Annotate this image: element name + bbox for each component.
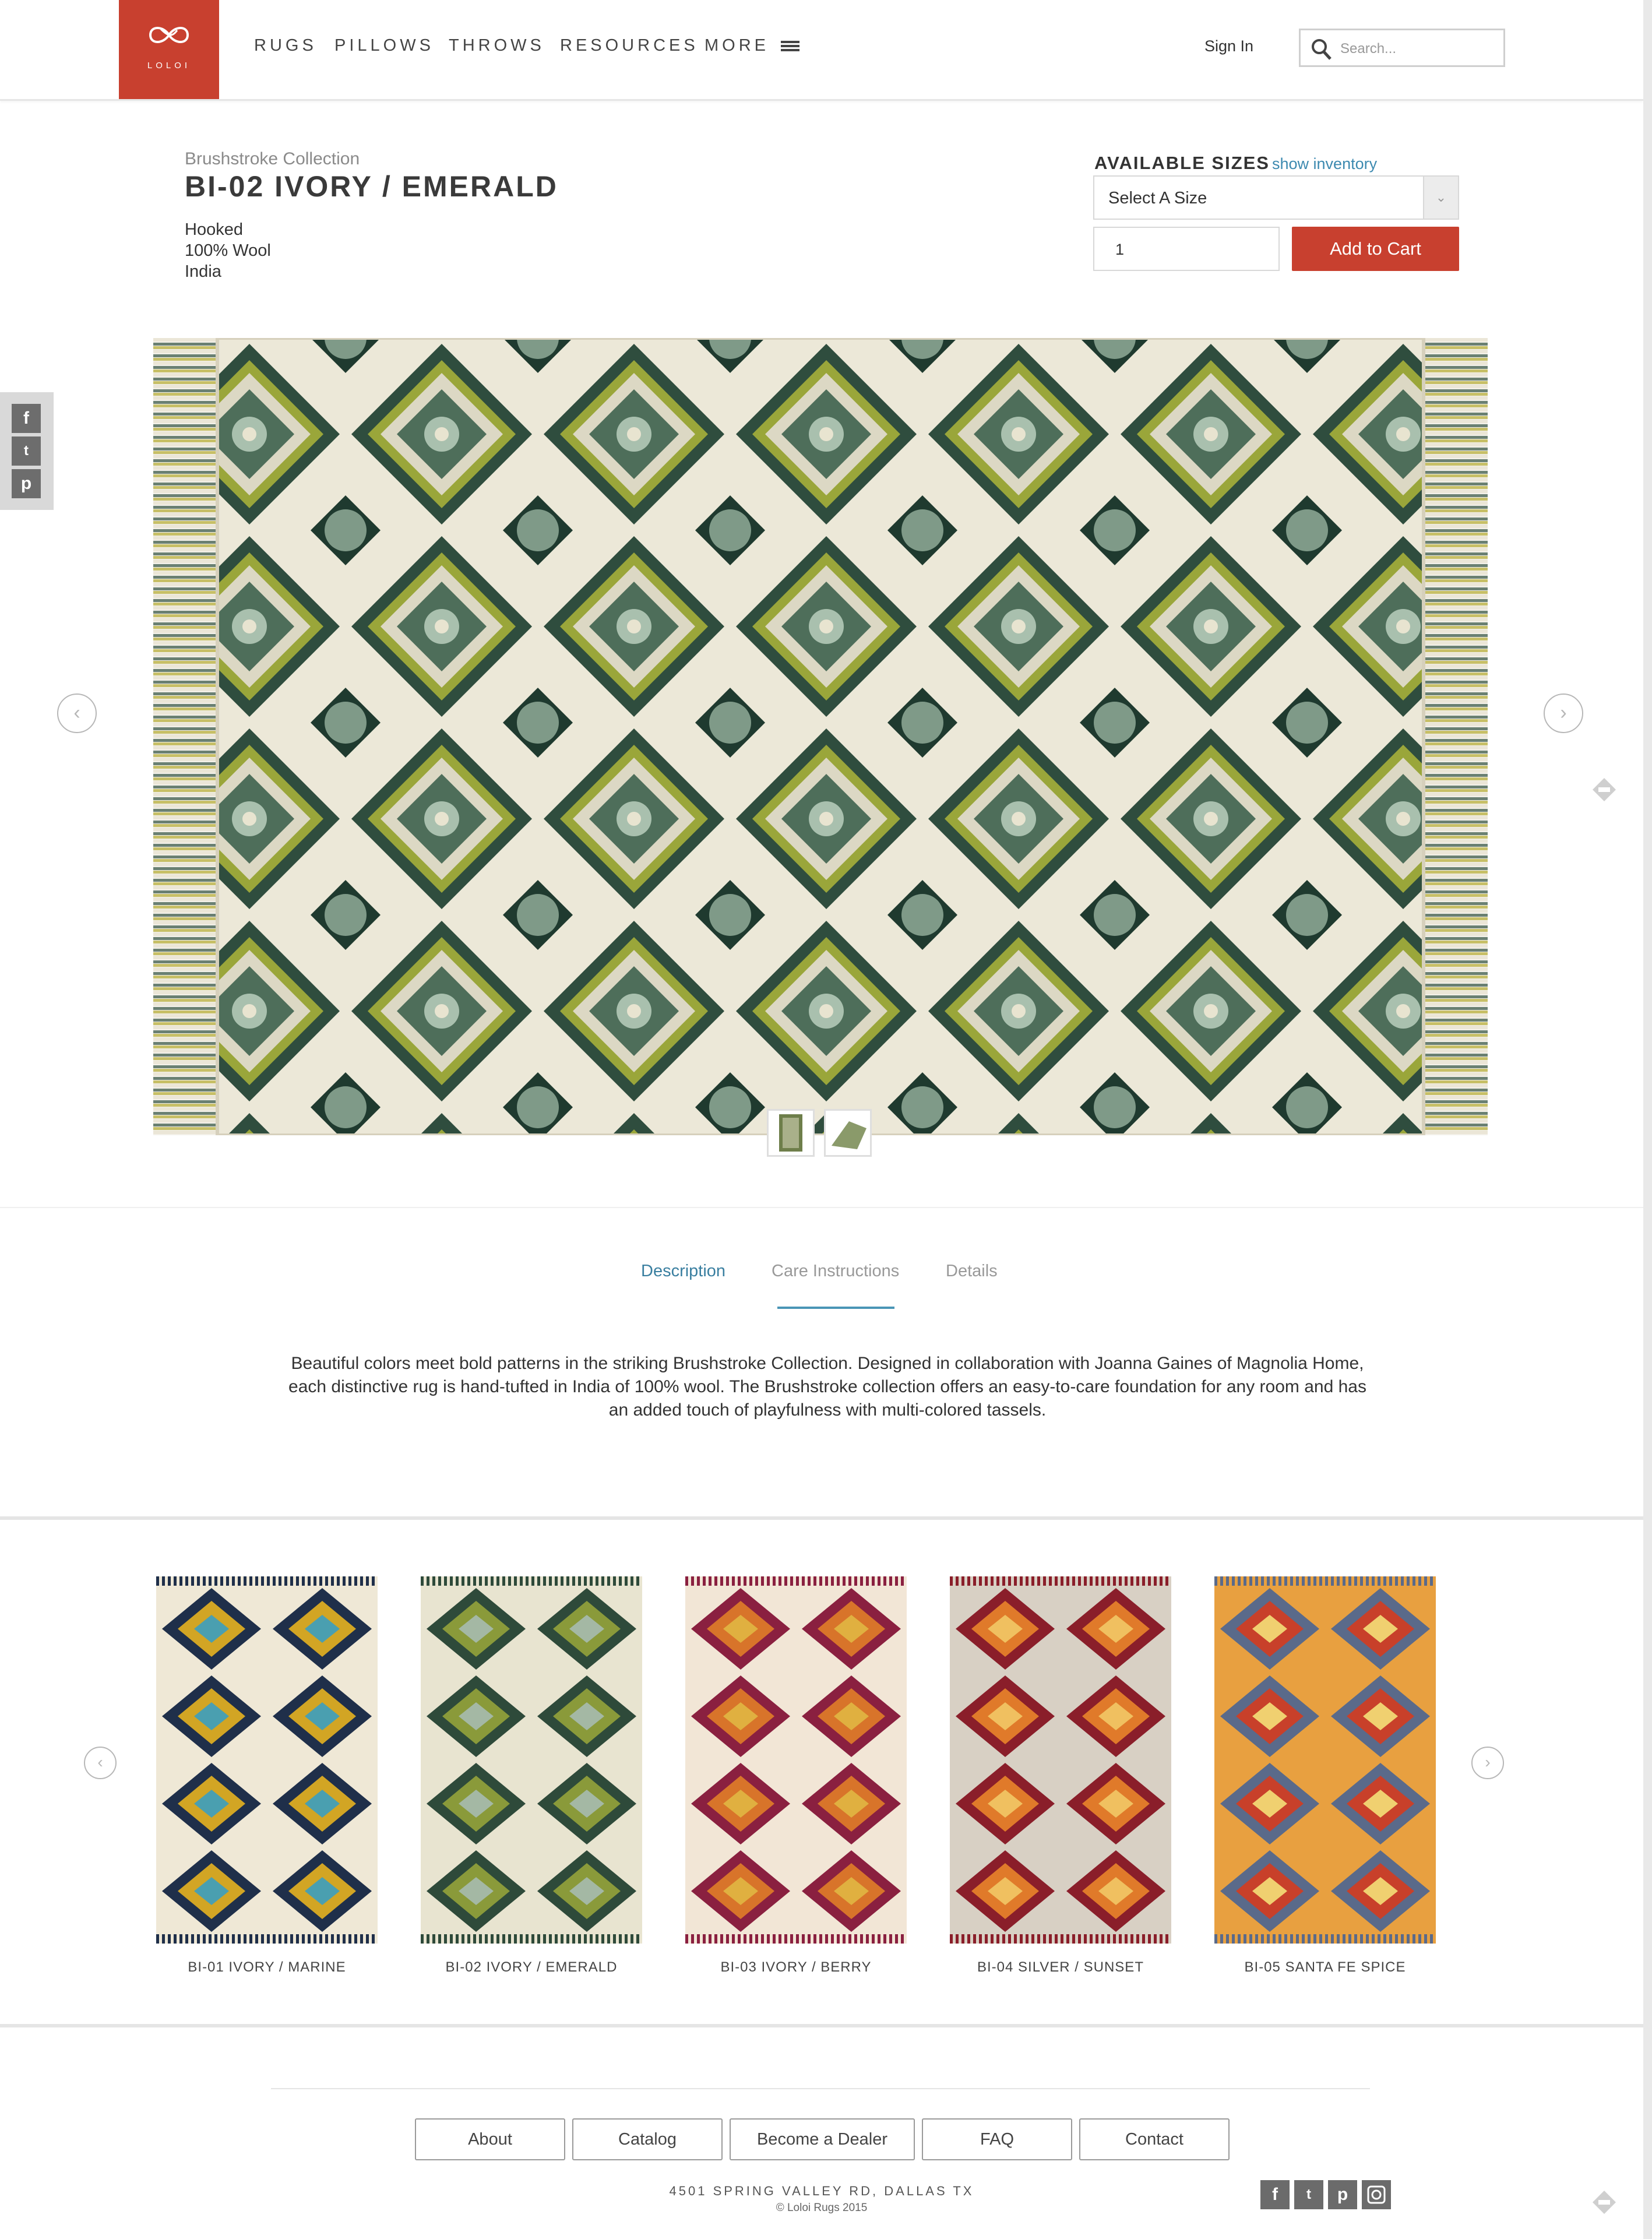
related-rug-caption: BI-05 SANTA FE SPICE — [1244, 1959, 1406, 1975]
related-rug-card[interactable]: BI-01 IVORY / MARINE — [156, 1576, 378, 1976]
related-rug-card[interactable]: BI-03 IVORY / BERRY — [685, 1576, 907, 1976]
hero-next-arrow-icon[interactable]: › — [1544, 693, 1583, 733]
section-divider — [0, 2024, 1643, 2027]
related-rug-image — [1214, 1576, 1436, 1944]
spec-origin: India — [185, 262, 221, 281]
carousel-next-arrow-icon[interactable]: › — [1471, 1747, 1504, 1779]
tag-icon[interactable] — [1591, 2189, 1617, 2218]
infinity-logo-icon — [149, 27, 189, 43]
hamburger-icon — [781, 41, 800, 52]
related-rug-image — [685, 1576, 907, 1944]
nav-resources[interactable]: RESOURCES — [560, 36, 699, 55]
pinterest-icon[interactable]: p — [12, 469, 41, 498]
instagram-icon[interactable] — [1362, 2180, 1391, 2209]
quantity-input[interactable]: 1 — [1093, 227, 1280, 271]
nav-more[interactable]: MORE — [705, 36, 801, 55]
related-rug-card[interactable]: BI-05 SANTA FE SPICE — [1214, 1576, 1436, 1976]
footer-become-dealer-button[interactable]: Become a Dealer — [730, 2118, 915, 2160]
search-placeholder: Search... — [1340, 41, 1397, 57]
chevron-down-icon: ⌄ — [1423, 177, 1458, 219]
footer-catalog-button[interactable]: Catalog — [572, 2118, 723, 2160]
related-rug-image — [950, 1576, 1171, 1944]
add-to-cart-button[interactable]: Add to Cart — [1292, 227, 1459, 271]
related-rug-card[interactable]: BI-04 SILVER / SUNSET — [950, 1576, 1171, 1976]
footer-copyright: © Loloi Rugs 2015 — [776, 2202, 868, 2214]
show-inventory-link[interactable]: show inventory — [1272, 155, 1377, 173]
footer-address: 4501 SPRING VALLEY RD, DALLAS TX — [669, 2184, 974, 2198]
related-rug-caption: BI-04 SILVER / SUNSET — [977, 1959, 1144, 1975]
related-rug-image — [421, 1576, 642, 1944]
tab-care-instructions[interactable]: Care Instructions — [772, 1262, 899, 1281]
footer-contact-button[interactable]: Contact — [1079, 2118, 1230, 2160]
twitter-icon[interactable]: t — [1294, 2180, 1323, 2209]
footer-divider — [271, 2088, 1370, 2089]
section-divider — [0, 1516, 1643, 1520]
page-scrollbar[interactable] — [1643, 0, 1652, 2239]
spec-material: 100% Wool — [185, 241, 271, 260]
product-main-image[interactable] — [153, 336, 1488, 1137]
product-title: BI-02 IVORY / EMERALD — [185, 170, 558, 203]
nav-more-label: MORE — [705, 36, 769, 55]
hero-prev-arrow-icon[interactable]: ‹ — [57, 693, 97, 733]
quantity-value: 1 — [1115, 241, 1125, 258]
size-select-value: Select A Size — [1108, 189, 1207, 207]
footer-about-button[interactable]: About — [415, 2118, 565, 2160]
tab-description[interactable]: Description — [641, 1262, 725, 1281]
tag-icon[interactable] — [1591, 777, 1617, 805]
thumbnail-angle[interactable] — [824, 1109, 872, 1157]
related-rug-caption: BI-01 IVORY / MARINE — [188, 1959, 346, 1975]
search-icon — [1312, 39, 1332, 60]
social-share-bar: f t p — [0, 392, 54, 510]
pinterest-icon[interactable]: p — [1328, 2180, 1357, 2209]
sign-in-link[interactable]: Sign In — [1204, 37, 1253, 55]
rug-image — [153, 336, 1488, 1137]
related-rug-card[interactable]: BI-02 IVORY / EMERALD — [421, 1576, 642, 1976]
twitter-icon[interactable]: t — [12, 436, 41, 466]
tab-details[interactable]: Details — [946, 1262, 998, 1281]
spec-construction: Hooked — [185, 220, 243, 239]
facebook-icon[interactable]: f — [1260, 2180, 1290, 2209]
facebook-icon[interactable]: f — [12, 404, 41, 433]
thumbnail-flat[interactable] — [767, 1109, 815, 1157]
active-tab-indicator — [777, 1307, 894, 1309]
product-description: Beautiful colors meet bold patterns in t… — [288, 1354, 1366, 1420]
related-rug-caption: BI-03 IVORY / BERRY — [720, 1959, 872, 1975]
related-rug-caption: BI-02 IVORY / EMERALD — [445, 1959, 618, 1975]
footer-faq-button[interactable]: FAQ — [922, 2118, 1072, 2160]
nav-rugs[interactable]: RUGS — [254, 36, 317, 55]
available-sizes-label: AVAILABLE SIZES — [1094, 153, 1270, 173]
nav-throws[interactable]: THROWS — [449, 36, 545, 55]
related-rug-image — [156, 1576, 378, 1944]
nav-pillows[interactable]: PILLOWS — [334, 36, 434, 55]
loloi-logo[interactable]: LOLOI — [119, 0, 219, 99]
collection-name[interactable]: Brushstroke Collection — [185, 149, 360, 169]
search-input[interactable]: Search... — [1299, 29, 1505, 67]
logo-text: LOLOI — [147, 61, 191, 71]
size-select[interactable]: Select A Size ⌄ — [1093, 175, 1459, 220]
carousel-prev-arrow-icon[interactable]: ‹ — [84, 1747, 117, 1779]
